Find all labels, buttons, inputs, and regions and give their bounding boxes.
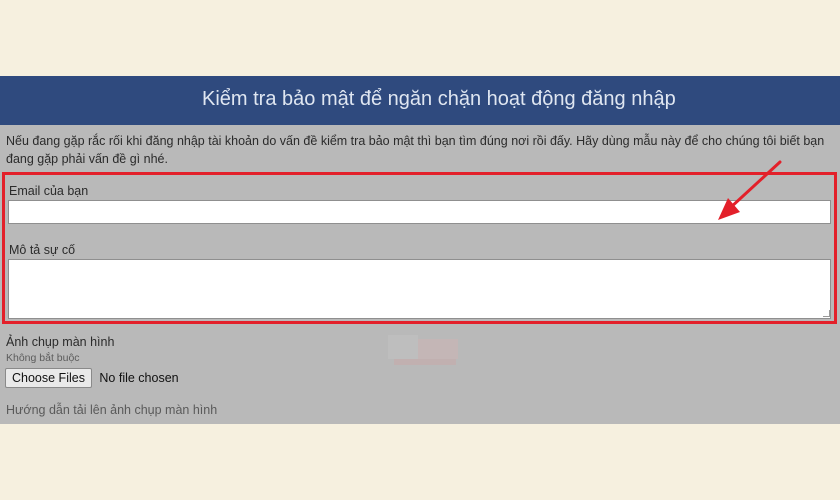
watermark-logo-icon: [388, 335, 458, 365]
optional-label: Không bắt buộc: [6, 352, 80, 364]
file-status-text: No file chosen: [99, 371, 179, 385]
screenshot-label: Ảnh chụp màn hình: [6, 335, 115, 349]
description-textarea[interactable]: [8, 259, 831, 319]
file-upload-row: Choose Files No file chosen: [5, 368, 179, 388]
email-label: Email của bạn: [9, 184, 89, 198]
page-title: Kiểm tra bảo mật để ngăn chặn hoạt động …: [202, 88, 676, 110]
screenshot-help-link[interactable]: Hướng dẫn tải lên ảnh chụp màn hình: [6, 403, 217, 417]
red-arrow-icon: [718, 160, 782, 220]
security-form-page: Kiểm tra bảo mật để ngăn chặn hoạt động …: [0, 76, 840, 424]
page-header: Kiểm tra bảo mật để ngăn chặn hoạt động …: [0, 76, 840, 125]
resize-handle-icon[interactable]: [823, 310, 830, 317]
choose-files-button[interactable]: Choose Files: [5, 368, 92, 388]
description-label: Mô tả sự cố: [9, 243, 76, 257]
description-wrapper: [5, 259, 834, 319]
